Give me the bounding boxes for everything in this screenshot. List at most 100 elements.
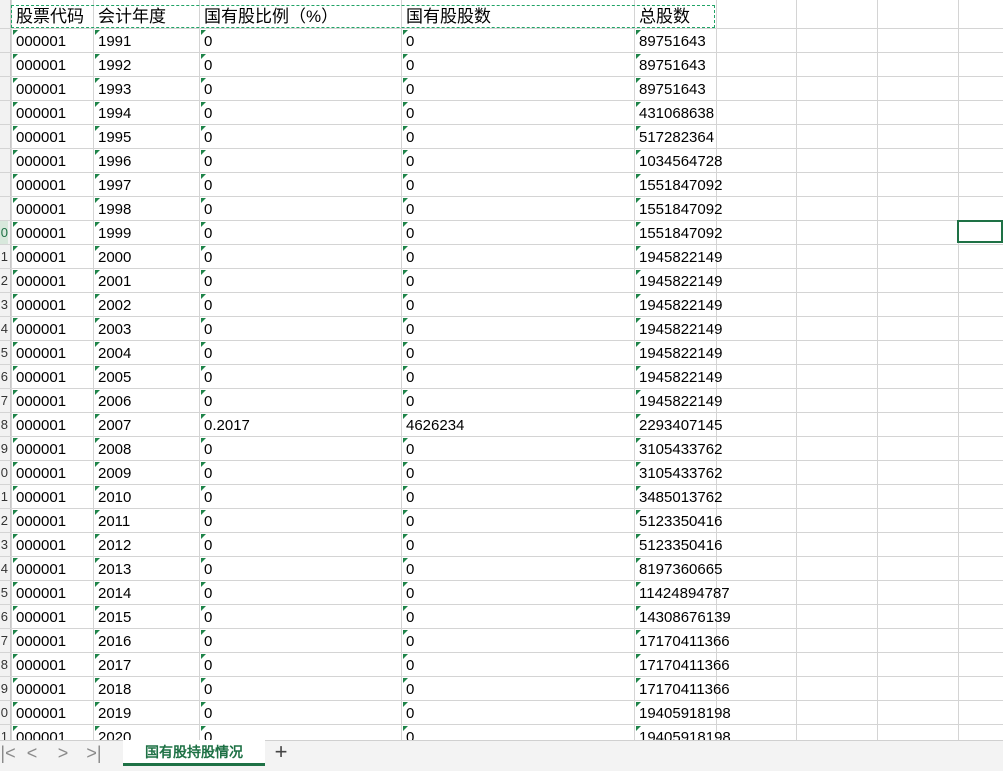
cell-fiscal-year[interactable]: 1997 xyxy=(94,173,131,197)
cell-stock-code[interactable]: 000001 xyxy=(12,173,66,197)
cell-state-share-ratio[interactable]: 0 xyxy=(200,29,212,53)
cell-fiscal-year[interactable]: 1992 xyxy=(94,53,131,77)
cell-total-shares[interactable]: 5123350416 xyxy=(635,533,722,557)
cell-fiscal-year[interactable]: 2006 xyxy=(94,389,131,413)
cell-state-share-ratio[interactable]: 0 xyxy=(200,509,212,533)
cell-state-share-ratio[interactable]: 0 xyxy=(200,365,212,389)
cell-fiscal-year[interactable]: 2018 xyxy=(94,677,131,701)
cell-state-share-ratio[interactable]: 0 xyxy=(200,629,212,653)
cell-state-share-ratio[interactable]: 0 xyxy=(200,605,212,629)
spreadsheet-grid[interactable]: 0123456789012345678901 股票代码 会计年度 国有股比例（%… xyxy=(0,0,1003,740)
cell-state-share-ratio[interactable]: 0 xyxy=(200,485,212,509)
cell-fiscal-year[interactable]: 2017 xyxy=(94,653,131,677)
header-state-shares[interactable]: 国有股股数 xyxy=(402,5,491,29)
cell-state-shares[interactable]: 0 xyxy=(402,557,414,581)
cell-state-share-ratio[interactable]: 0 xyxy=(200,701,212,725)
cell-total-shares[interactable]: 1551847092 xyxy=(635,221,722,245)
cell-fiscal-year[interactable]: 2003 xyxy=(94,317,131,341)
first-sheet-icon[interactable]: |< xyxy=(0,741,20,765)
cell-total-shares[interactable]: 19405918198 xyxy=(635,701,731,725)
cell-stock-code[interactable]: 000001 xyxy=(12,653,66,677)
cell-total-shares[interactable]: 2293407145 xyxy=(635,413,722,437)
cell-state-shares[interactable]: 0 xyxy=(402,653,414,677)
cell-stock-code[interactable]: 000001 xyxy=(12,605,66,629)
cell-state-shares[interactable]: 0 xyxy=(402,677,414,701)
cell-stock-code[interactable]: 000001 xyxy=(12,317,66,341)
cell-fiscal-year[interactable]: 2002 xyxy=(94,293,131,317)
cell-state-share-ratio[interactable]: 0 xyxy=(200,725,212,740)
cell-stock-code[interactable]: 000001 xyxy=(12,629,66,653)
cell-stock-code[interactable]: 000001 xyxy=(12,101,66,125)
cell-state-share-ratio[interactable]: 0 xyxy=(200,533,212,557)
active-cell[interactable] xyxy=(957,220,1003,243)
cell-total-shares[interactable]: 19405918198 xyxy=(635,725,731,740)
sheet-tab-state-holdings[interactable]: 国有股持股情况 xyxy=(123,740,265,766)
cell-state-share-ratio[interactable]: 0 xyxy=(200,53,212,77)
cell-state-shares[interactable]: 0 xyxy=(402,365,414,389)
cell-stock-code[interactable]: 000001 xyxy=(12,509,66,533)
cell-state-shares[interactable]: 0 xyxy=(402,605,414,629)
cell-state-share-ratio[interactable]: 0 xyxy=(200,677,212,701)
cell-state-shares[interactable]: 0 xyxy=(402,245,414,269)
cell-total-shares[interactable]: 1551847092 xyxy=(635,173,722,197)
cell-stock-code[interactable]: 000001 xyxy=(12,725,66,740)
cell-state-share-ratio[interactable]: 0 xyxy=(200,77,212,101)
cell-state-share-ratio[interactable]: 0 xyxy=(200,221,212,245)
cell-fiscal-year[interactable]: 2000 xyxy=(94,245,131,269)
cell-state-shares[interactable]: 0 xyxy=(402,293,414,317)
cell-total-shares[interactable]: 1945822149 xyxy=(635,317,722,341)
cell-state-shares[interactable]: 0 xyxy=(402,437,414,461)
cell-state-share-ratio[interactable]: 0 xyxy=(200,341,212,365)
cell-total-shares[interactable]: 1945822149 xyxy=(635,245,722,269)
cell-total-shares[interactable]: 89751643 xyxy=(635,77,706,101)
cell-fiscal-year[interactable]: 2015 xyxy=(94,605,131,629)
cell-total-shares[interactable]: 1945822149 xyxy=(635,269,722,293)
cell-fiscal-year[interactable]: 2009 xyxy=(94,461,131,485)
cell-state-share-ratio[interactable]: 0 xyxy=(200,293,212,317)
header-state-share-ratio[interactable]: 国有股比例（%） xyxy=(200,5,338,29)
cell-fiscal-year[interactable]: 1993 xyxy=(94,77,131,101)
cell-stock-code[interactable]: 000001 xyxy=(12,365,66,389)
header-total-shares[interactable]: 总股数 xyxy=(635,5,690,29)
cell-stock-code[interactable]: 000001 xyxy=(12,581,66,605)
cell-stock-code[interactable]: 000001 xyxy=(12,413,66,437)
cell-stock-code[interactable]: 000001 xyxy=(12,149,66,173)
cell-fiscal-year[interactable]: 2001 xyxy=(94,269,131,293)
cell-fiscal-year[interactable]: 1995 xyxy=(94,125,131,149)
cell-total-shares[interactable]: 1945822149 xyxy=(635,365,722,389)
cell-fiscal-year[interactable]: 2013 xyxy=(94,557,131,581)
cell-stock-code[interactable]: 000001 xyxy=(12,269,66,293)
cell-fiscal-year[interactable]: 1994 xyxy=(94,101,131,125)
cell-total-shares[interactable]: 89751643 xyxy=(635,53,706,77)
cell-stock-code[interactable]: 000001 xyxy=(12,461,66,485)
cell-state-share-ratio[interactable]: 0 xyxy=(200,437,212,461)
cell-state-share-ratio[interactable]: 0 xyxy=(200,581,212,605)
cell-state-share-ratio[interactable]: 0 xyxy=(200,245,212,269)
cell-state-shares[interactable]: 0 xyxy=(402,101,414,125)
cell-state-shares[interactable]: 0 xyxy=(402,509,414,533)
cell-state-share-ratio[interactable]: 0 xyxy=(200,557,212,581)
cell-state-shares[interactable]: 0 xyxy=(402,581,414,605)
add-sheet-icon[interactable]: + xyxy=(268,739,294,765)
cell-fiscal-year[interactable]: 2011 xyxy=(94,509,130,533)
cell-stock-code[interactable]: 000001 xyxy=(12,389,66,413)
cell-state-share-ratio[interactable]: 0 xyxy=(200,173,212,197)
cell-state-share-ratio[interactable]: 0 xyxy=(200,125,212,149)
cell-state-share-ratio[interactable]: 0 xyxy=(200,269,212,293)
cell-state-shares[interactable]: 0 xyxy=(402,485,414,509)
cell-total-shares[interactable]: 5123350416 xyxy=(635,509,722,533)
cell-state-shares[interactable]: 0 xyxy=(402,317,414,341)
cell-stock-code[interactable]: 000001 xyxy=(12,485,66,509)
cell-total-shares[interactable]: 17170411366 xyxy=(635,653,730,677)
cell-total-shares[interactable]: 1945822149 xyxy=(635,389,722,413)
cell-fiscal-year[interactable]: 2020 xyxy=(94,725,131,740)
cell-fiscal-year[interactable]: 1998 xyxy=(94,197,131,221)
cell-stock-code[interactable]: 000001 xyxy=(12,125,66,149)
cell-stock-code[interactable]: 000001 xyxy=(12,77,66,101)
cell-fiscal-year[interactable]: 2014 xyxy=(94,581,131,605)
cell-fiscal-year[interactable]: 2007 xyxy=(94,413,131,437)
cell-stock-code[interactable]: 000001 xyxy=(12,245,66,269)
cell-fiscal-year[interactable]: 2016 xyxy=(94,629,131,653)
cell-total-shares[interactable]: 11424894787 xyxy=(635,581,730,605)
cell-fiscal-year[interactable]: 1999 xyxy=(94,221,131,245)
